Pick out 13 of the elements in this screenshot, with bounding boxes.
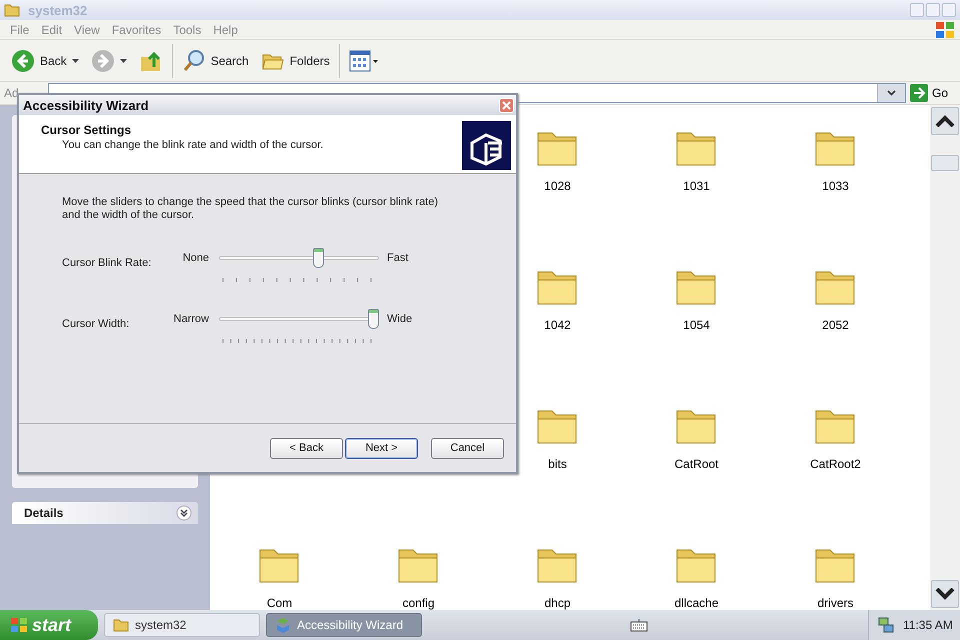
page-heading: Cursor Settings [41, 123, 132, 137]
window-title: system32 [28, 2, 88, 18]
slider-label: Cursor Width: [62, 317, 130, 330]
slider-min-label: None [182, 252, 209, 264]
clock: 11:35 AM [903, 618, 953, 632]
slider-label: Cursor Blink Rate: [62, 256, 152, 269]
slider-min-label: Narrow [172, 313, 209, 325]
slider-max-label: Fast [387, 252, 408, 264]
instructions-text: Move the sliders to change the speed that the cursor blinks (cursor blink rate) and the width of the cursor. [62, 196, 440, 222]
dialog-title: Accessibility Wizard [23, 98, 149, 112]
panel-title: Details [24, 506, 64, 520]
slider-max-label: Wide [387, 313, 412, 325]
page-subheading: You can change the blink rate and width of the cursor. [61, 139, 324, 151]
